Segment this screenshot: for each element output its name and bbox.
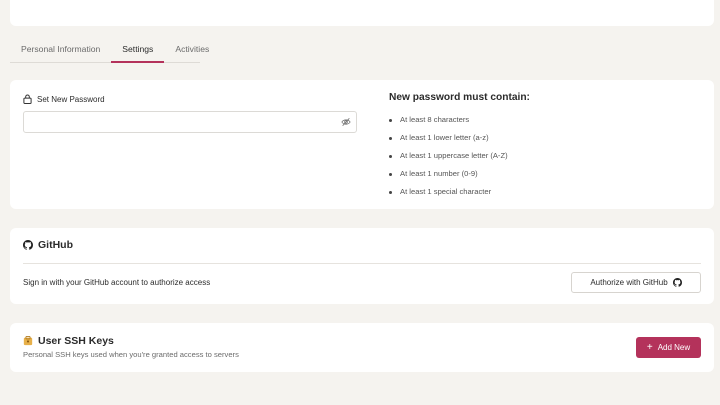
requirement-text: At least 8 characters (400, 115, 470, 124)
bullet-icon (389, 172, 392, 176)
requirements-list: At least 8 characters At least 1 lower l… (388, 115, 508, 205)
requirement-item: At least 1 uppercase letter (A-Z) (388, 151, 508, 169)
github-title-row: GitHub (23, 239, 73, 251)
authorize-github-label: Authorize with GitHub (590, 278, 668, 287)
tab-settings[interactable]: Settings (111, 38, 165, 63)
key-icon (23, 336, 33, 346)
bullet-icon (389, 154, 392, 158)
password-label-row: Set New Password (23, 94, 105, 104)
ssh-description: Personal SSH keys used when you're grant… (23, 350, 239, 359)
bullet-icon (389, 118, 392, 122)
eye-off-icon[interactable] (341, 117, 351, 127)
ssh-keys-card: User SSH Keys Personal SSH keys used whe… (10, 323, 714, 372)
requirement-text: At least 1 lower letter (a-z) (400, 133, 489, 142)
requirement-item: At least 1 number (0-9) (388, 169, 508, 187)
password-label: Set New Password (37, 94, 105, 104)
requirement-item: At least 8 characters (388, 115, 508, 133)
requirement-text: At least 1 special character (400, 187, 492, 196)
requirement-item: At least 1 lower letter (a-z) (388, 133, 508, 151)
bullet-icon (389, 136, 392, 140)
github-icon (672, 278, 682, 287)
add-new-button[interactable]: + Add New (636, 337, 701, 358)
top-banner (10, 0, 714, 26)
requirement-text: At least 1 uppercase letter (A-Z) (400, 151, 508, 160)
lock-icon (23, 94, 32, 104)
ssh-title: User SSH Keys (38, 335, 114, 347)
new-password-input[interactable] (23, 111, 357, 133)
authorize-github-button[interactable]: Authorize with GitHub (571, 272, 701, 293)
tab-personal-information[interactable]: Personal Information (10, 38, 111, 63)
password-card: Set New Password New password must conta… (10, 80, 714, 209)
requirement-item: At least 1 special character (388, 187, 508, 205)
tab-bar: Personal Information Settings Activities (10, 38, 209, 63)
plus-icon: + (646, 341, 653, 353)
github-icon (23, 240, 33, 250)
bullet-icon (389, 190, 392, 194)
github-card: GitHub Sign in with your GitHub account … (10, 228, 714, 304)
divider (23, 263, 701, 264)
ssh-title-row: User SSH Keys (23, 335, 114, 347)
requirement-text: At least 1 number (0-9) (400, 169, 478, 178)
requirements-title: New password must contain: (389, 92, 530, 103)
tab-activities[interactable]: Activities (164, 38, 220, 63)
github-title: GitHub (38, 239, 73, 251)
add-new-label: Add New (657, 343, 691, 352)
github-description: Sign in with your GitHub account to auth… (23, 278, 211, 287)
